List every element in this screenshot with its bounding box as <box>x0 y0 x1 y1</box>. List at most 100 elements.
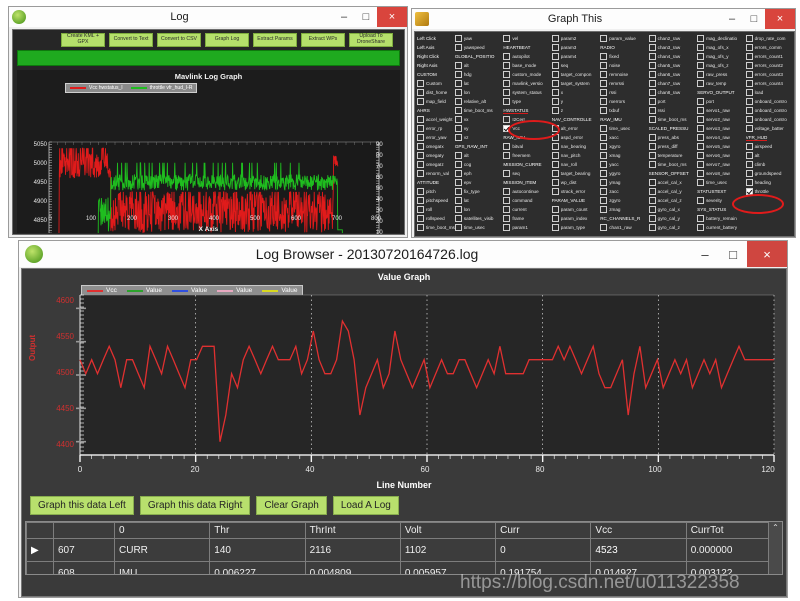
graph-checkbox-epv[interactable]: epv <box>454 178 503 187</box>
graph-checkbox-Vcc[interactable]: Vcc <box>503 124 551 133</box>
checkbox-icon[interactable] <box>600 188 608 195</box>
checkbox-icon[interactable] <box>600 134 608 141</box>
graph-checkbox-cog[interactable]: cog <box>454 160 503 169</box>
checkbox-icon[interactable] <box>454 71 462 78</box>
log-data-grid[interactable]: 0 Thr ThrInt Volt Curr Vcc CurrTot ▶ 607 C… <box>25 521 783 575</box>
checkbox-icon[interactable] <box>745 161 753 168</box>
graph-checkbox-chan4_raw[interactable]: chan4_raw <box>648 52 697 61</box>
graph-checkbox-pitchspeed[interactable]: pitchspeed <box>417 196 455 205</box>
checkbox-icon[interactable] <box>503 35 511 42</box>
checkbox-icon[interactable] <box>454 89 462 96</box>
graph-checkbox-zgyro[interactable]: zgyro <box>600 196 648 205</box>
log-browser-titlebar[interactable]: Log Browser - 20130720164726.log – □ × <box>19 241 787 267</box>
checkbox-icon[interactable] <box>551 53 559 60</box>
checkbox-icon[interactable] <box>503 62 511 69</box>
graph-checkbox-errors_count3[interactable]: errors_count3 <box>745 70 794 79</box>
graph-checkbox-xmag[interactable]: xmag <box>600 151 648 160</box>
log-window-titlebar[interactable]: Log – □ × <box>9 7 407 27</box>
graph-checkbox-satellites_visib[interactable]: satellites_visib <box>454 214 503 223</box>
graph-checkbox-time_usec[interactable]: time_usec <box>600 124 648 133</box>
graph-checkbox-param_index[interactable]: param_index <box>551 214 600 223</box>
checkbox-icon[interactable] <box>551 71 559 78</box>
checkbox-icon[interactable] <box>648 71 656 78</box>
graph-checkbox-remnoise[interactable]: remnoise <box>600 70 648 79</box>
graph-checkbox-seq[interactable]: seq <box>551 61 600 70</box>
checkbox-icon[interactable] <box>503 206 511 213</box>
graph-checkbox-z[interactable]: z <box>551 106 600 115</box>
checkbox-icon[interactable] <box>745 80 753 87</box>
table-cell[interactable]: CURR <box>113 538 211 562</box>
graph-checkbox-fix_type[interactable]: fix_type <box>454 187 503 196</box>
checkbox-icon[interactable] <box>454 215 462 222</box>
checkbox-icon[interactable] <box>551 125 559 132</box>
checkbox-icon[interactable] <box>745 152 753 159</box>
graph-checkbox-base_mode[interactable]: base_mode <box>503 61 551 70</box>
checkbox-icon[interactable] <box>454 170 462 177</box>
checkbox-icon[interactable] <box>600 197 608 204</box>
checkbox-icon[interactable] <box>454 179 462 186</box>
graph-checkbox-ymag[interactable]: ymag <box>600 178 648 187</box>
checkbox-icon[interactable] <box>648 80 656 87</box>
clear-graph-button[interactable]: Clear Graph <box>256 496 327 515</box>
graph-checkbox-omegaIy[interactable]: omegaIy <box>417 151 455 160</box>
graph-checkbox-chan8_raw[interactable]: chan8_raw <box>648 88 697 97</box>
graph-checkbox-onboard_contro[interactable]: onboard_contro <box>745 97 794 106</box>
checkbox-icon[interactable] <box>697 35 705 42</box>
checkbox-icon[interactable] <box>648 152 656 159</box>
graph-checkbox-remrssi[interactable]: remrssi <box>600 79 648 88</box>
close-icon[interactable]: × <box>377 7 407 27</box>
checkbox-icon[interactable] <box>600 35 608 42</box>
graph-checkbox-accel_weight[interactable]: accel_weight <box>417 115 455 124</box>
graph-checkbox-rollspeed[interactable]: rollspeed <box>417 214 455 223</box>
graph-checkbox-param4[interactable]: param4 <box>551 52 600 61</box>
checkbox-icon[interactable] <box>417 170 424 177</box>
checkbox-icon[interactable] <box>600 125 608 132</box>
table-cell[interactable]: 2116 <box>304 538 401 562</box>
graph-checkbox-mag_declinatio[interactable]: mag_declinatio <box>697 34 745 43</box>
graph-checkbox-accel_cal_y[interactable]: accel_cal_y <box>648 187 697 196</box>
graph-checkbox-mag_ofs_z[interactable]: mag_ofs_z <box>697 61 745 70</box>
graph-checkbox-servo2_raw[interactable]: servo2_raw <box>697 115 745 124</box>
graph-checkbox-port[interactable]: port <box>648 97 697 106</box>
graph-checkbox-error_yaw[interactable]: error_yaw <box>417 133 455 142</box>
checkbox-icon[interactable] <box>745 44 753 51</box>
checkbox-icon[interactable] <box>697 224 705 231</box>
graph-checkbox-gyro_cal_x[interactable]: gyro_cal_x <box>648 205 697 214</box>
graph-checkbox-param_type[interactable]: param_type <box>551 223 600 232</box>
checkbox-icon[interactable] <box>697 71 705 78</box>
graph-checkbox-x[interactable]: x <box>551 88 600 97</box>
graph-checkbox-error_rp[interactable]: error_rp <box>417 124 455 133</box>
scroll-up-icon[interactable]: ⌃ <box>769 522 782 534</box>
checkbox-icon[interactable] <box>745 89 753 96</box>
graph-checkbox-rssi[interactable]: rssi <box>600 88 648 97</box>
convert-to-csv-button[interactable]: Convert to CSV <box>157 33 201 47</box>
checkbox-icon[interactable] <box>697 197 705 204</box>
checkbox-icon[interactable] <box>648 143 656 150</box>
checkbox-icon[interactable] <box>417 152 424 159</box>
checkbox-icon[interactable] <box>745 35 753 42</box>
checkbox-icon[interactable] <box>600 62 608 69</box>
graph-checkbox-servo7_raw[interactable]: servo7_raw <box>697 160 745 169</box>
checkbox-icon[interactable] <box>454 206 462 213</box>
graph-checkbox-omegaIx[interactable]: omegaIx <box>417 142 455 151</box>
graph-checkbox-relative_alt[interactable]: relative_alt <box>454 97 503 106</box>
checkbox-icon[interactable] <box>503 125 511 132</box>
graph-checkbox-gyro_cal_z[interactable]: gyro_cal_z <box>648 223 697 232</box>
checkbox-icon[interactable] <box>454 197 462 204</box>
graph-checkbox-target_bearing[interactable]: target_bearing <box>551 169 600 178</box>
graph-checkbox-current[interactable]: current <box>503 205 551 214</box>
graph-checkbox-dist_home[interactable]: dist_home <box>417 88 455 97</box>
checkbox-icon[interactable] <box>697 143 705 150</box>
checkbox-icon[interactable] <box>551 35 559 42</box>
graph-checkbox-heading[interactable]: heading <box>745 178 794 187</box>
checkbox-icon[interactable] <box>551 188 559 195</box>
checkbox-icon[interactable] <box>551 215 559 222</box>
graph-checkbox-press_diff[interactable]: press_diff <box>648 142 697 151</box>
graph-checkbox-accel_cal_x[interactable]: accel_cal_x <box>648 178 697 187</box>
th-col-vcc[interactable]: Vcc <box>590 522 687 539</box>
checkbox-icon[interactable] <box>454 98 462 105</box>
graph-checkbox-ygyro[interactable]: ygyro <box>600 169 648 178</box>
checkbox-icon[interactable] <box>454 224 462 231</box>
graph-checkbox-nav_pitch[interactable]: nav_pitch <box>551 151 600 160</box>
table-cell[interactable]: 0.004809 <box>304 561 401 574</box>
